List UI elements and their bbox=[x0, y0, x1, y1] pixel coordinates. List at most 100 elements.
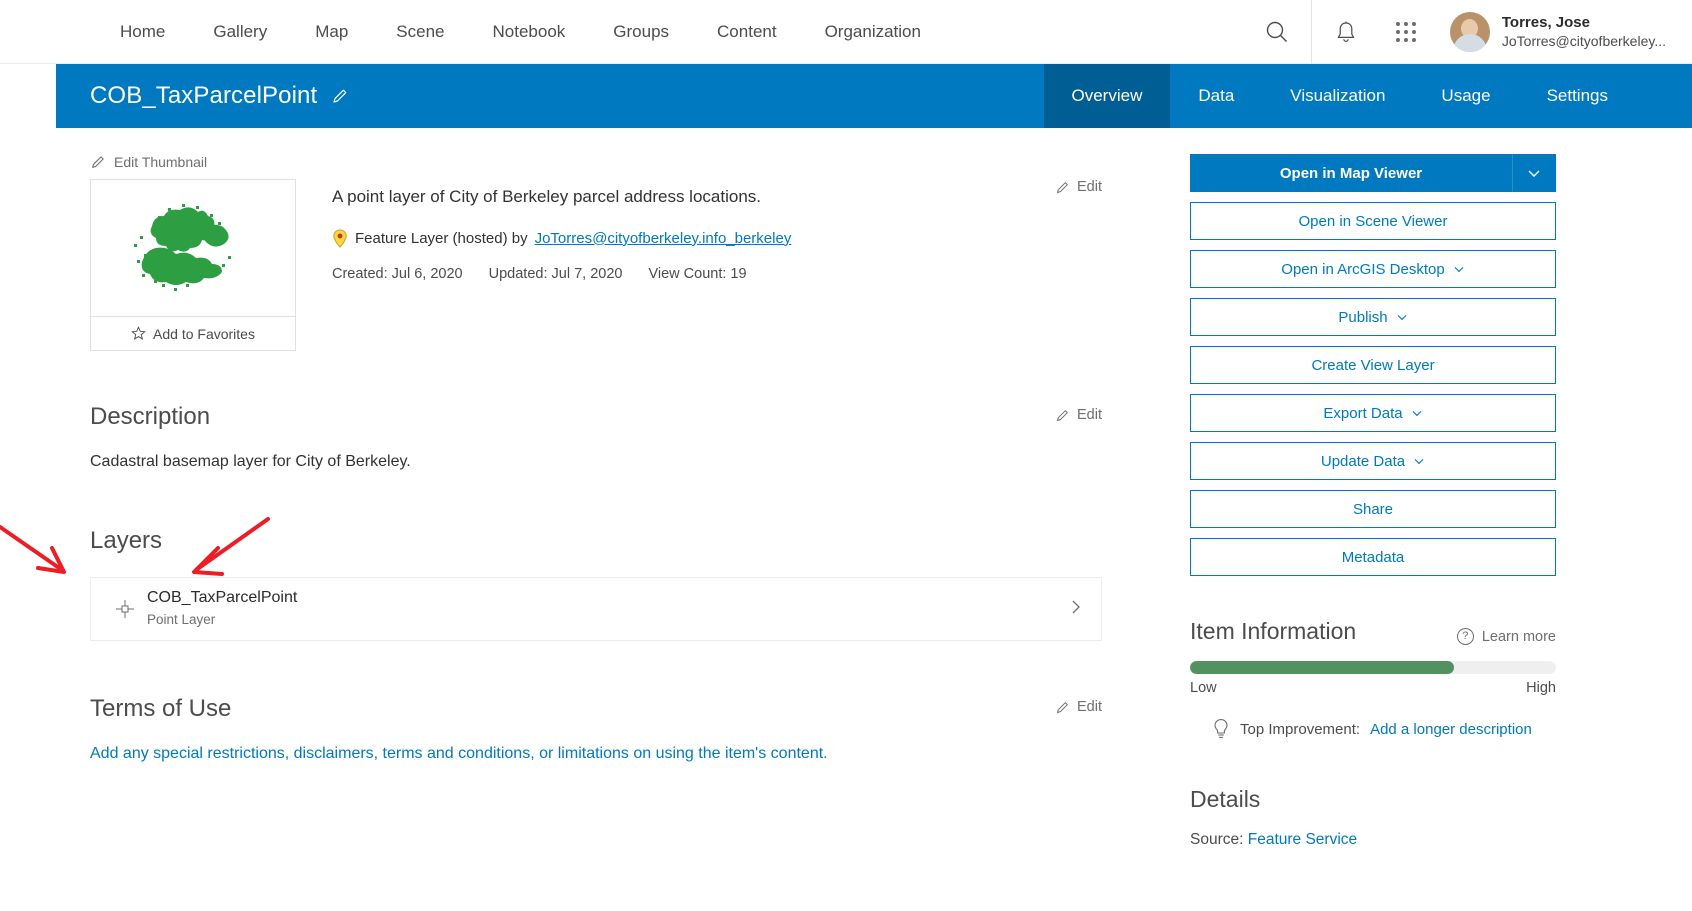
publish-button[interactable]: Publish bbox=[1190, 298, 1556, 336]
share-button[interactable]: Share bbox=[1190, 490, 1556, 528]
item-tabs: Overview Data Visualization Usage Settin… bbox=[1043, 64, 1637, 128]
item-summary: A point layer of City of Berkeley parcel… bbox=[332, 187, 761, 206]
update-data-button[interactable]: Update Data bbox=[1190, 442, 1556, 480]
open-in-map-viewer-button[interactable]: Open in Map Viewer bbox=[1190, 154, 1512, 192]
point-layer-icon bbox=[111, 598, 139, 620]
pencil-icon bbox=[92, 156, 104, 168]
open-in-arcgis-desktop-label: Open in ArcGIS Desktop bbox=[1281, 260, 1445, 278]
top-improvement-row: Top Improvement: Add a longer descriptio… bbox=[1190, 718, 1556, 740]
export-data-button[interactable]: Export Data bbox=[1190, 394, 1556, 432]
open-in-arcgis-desktop-button[interactable]: Open in ArcGIS Desktop bbox=[1190, 250, 1556, 288]
learn-more-label: Learn more bbox=[1481, 628, 1556, 645]
nav-divider bbox=[1310, 0, 1312, 64]
edit-description-label: Edit bbox=[1077, 407, 1102, 423]
nav-item-groups[interactable]: Groups bbox=[589, 0, 693, 64]
item-summary-row: Add to Favorites Edit A point layer of C… bbox=[90, 179, 1102, 351]
tab-usage[interactable]: Usage bbox=[1413, 64, 1518, 128]
map-pin-icon bbox=[333, 229, 347, 248]
overview-main-column: Edit Thumbnail Add to Favorites Edit A p… bbox=[56, 128, 1136, 849]
item-thumbnail[interactable] bbox=[90, 179, 296, 317]
nav-item-notebook[interactable]: Notebook bbox=[469, 0, 590, 64]
chevron-down-icon bbox=[1528, 170, 1540, 178]
app-launcher-button[interactable] bbox=[1376, 0, 1436, 64]
question-mark-icon: ? bbox=[1456, 628, 1474, 645]
edit-title-button[interactable] bbox=[331, 87, 349, 105]
layer-text-group: COB_TaxParcelPoint Point Layer bbox=[139, 588, 1069, 630]
layers-section: Layers COB_TaxParcelPoint Point Layer bbox=[90, 527, 1102, 641]
item-information-header: Item Information ? Learn more bbox=[1190, 618, 1556, 645]
nav-item-home[interactable]: Home bbox=[96, 0, 189, 64]
edit-summary-button[interactable]: Edit bbox=[1055, 179, 1102, 195]
view-count: View Count: 19 bbox=[648, 265, 747, 282]
user-email: JoTorres@cityofberkeley... bbox=[1501, 33, 1666, 50]
app-grid-icon bbox=[1395, 22, 1416, 42]
edit-terms-button[interactable]: Edit bbox=[1055, 699, 1102, 715]
item-actions-sidebar: Open in Map Viewer Open in Scene Viewer … bbox=[1136, 128, 1556, 849]
item-type-line: Feature Layer (hosted) by JoTorres@cityo… bbox=[332, 229, 1102, 248]
publish-label: Publish bbox=[1338, 308, 1388, 326]
tab-data[interactable]: Data bbox=[1170, 64, 1262, 128]
share-label: Share bbox=[1352, 500, 1394, 518]
chevron-down-icon bbox=[1414, 459, 1424, 465]
learn-more-button[interactable]: ? Learn more bbox=[1456, 628, 1556, 645]
description-section: Edit Description Cadastral basemap layer… bbox=[90, 403, 1102, 471]
pencil-icon bbox=[1057, 181, 1068, 193]
item-header-bar: COB_TaxParcelPoint Overview Data Visuali… bbox=[56, 64, 1692, 128]
page-title: COB_TaxParcelPoint bbox=[90, 82, 318, 109]
tab-visualization[interactable]: Visualization bbox=[1262, 64, 1413, 128]
top-improvement-link[interactable]: Add a longer description bbox=[1370, 721, 1532, 738]
user-account-menu[interactable]: Torres, Jose JoTorres@cityofberkeley... bbox=[1436, 12, 1692, 52]
nav-item-organization[interactable]: Organization bbox=[801, 0, 945, 64]
chevron-right-icon[interactable] bbox=[1069, 598, 1083, 621]
chevron-down-icon bbox=[1397, 315, 1406, 321]
layer-name: COB_TaxParcelPoint bbox=[147, 589, 298, 607]
pencil-icon bbox=[333, 89, 347, 103]
lightbulb-icon bbox=[1214, 719, 1228, 738]
edit-thumbnail-label: Edit Thumbnail bbox=[114, 154, 208, 170]
tab-settings[interactable]: Settings bbox=[1519, 64, 1636, 128]
chevron-down-icon bbox=[1454, 267, 1464, 273]
notifications-button[interactable] bbox=[1316, 0, 1376, 64]
add-to-favorites-button[interactable]: Add to Favorites bbox=[90, 317, 296, 351]
nav-item-content[interactable]: Content bbox=[693, 0, 801, 64]
create-view-layer-button[interactable]: Create View Layer bbox=[1190, 346, 1556, 384]
export-data-label: Export Data bbox=[1323, 404, 1403, 422]
layer-list-item[interactable]: COB_TaxParcelPoint Point Layer bbox=[90, 577, 1102, 641]
terms-of-use-heading: Terms of Use bbox=[90, 695, 232, 722]
nav-item-gallery[interactable]: Gallery bbox=[189, 0, 291, 64]
global-top-nav: Home Gallery Map Scene Notebook Groups C… bbox=[0, 0, 1692, 64]
open-in-map-viewer-dropdown-button[interactable] bbox=[1512, 154, 1556, 192]
item-title-group: COB_TaxParcelPoint bbox=[56, 64, 1044, 128]
parcel-points-thumbnail-icon bbox=[134, 204, 231, 291]
item-dates-line: Created: Jul 6, 2020 Updated: Jul 7, 202… bbox=[332, 266, 1102, 282]
description-body: Cadastral basemap layer for City of Berk… bbox=[90, 453, 411, 470]
tab-overview[interactable]: Overview bbox=[1043, 64, 1171, 128]
item-owner-link[interactable]: JoTorres@cityofberkeley.info_berkeley bbox=[535, 230, 792, 247]
metadata-button[interactable]: Metadata bbox=[1190, 538, 1556, 576]
source-value-link[interactable]: Feature Service bbox=[1248, 831, 1357, 848]
chevron-down-icon bbox=[1412, 411, 1422, 417]
description-heading: Description bbox=[90, 403, 211, 430]
item-information-meter-labels: Low High bbox=[1190, 680, 1556, 696]
details-source-row: Source: Feature Service bbox=[1190, 831, 1556, 849]
user-display-name: Torres, Jose bbox=[1501, 13, 1590, 31]
edit-description-button[interactable]: Edit bbox=[1055, 407, 1102, 423]
edit-terms-label: Edit bbox=[1077, 699, 1102, 715]
nav-item-scene[interactable]: Scene bbox=[372, 0, 468, 64]
edit-summary-label: Edit bbox=[1077, 179, 1102, 195]
search-icon bbox=[1266, 21, 1287, 42]
meter-low-label: Low bbox=[1190, 680, 1217, 696]
star-icon bbox=[131, 326, 146, 340]
created-date: Created: Jul 6, 2020 bbox=[332, 265, 463, 282]
edit-thumbnail-button[interactable]: Edit Thumbnail bbox=[90, 154, 1102, 170]
add-to-favorites-label: Add to Favorites bbox=[153, 325, 255, 342]
meter-high-label: High bbox=[1526, 680, 1556, 696]
nav-item-map[interactable]: Map bbox=[291, 0, 372, 64]
open-in-scene-viewer-button[interactable]: Open in Scene Viewer bbox=[1190, 202, 1556, 240]
terms-placeholder-link[interactable]: Add any special restrictions, disclaimer… bbox=[90, 745, 828, 762]
item-information-heading: Item Information bbox=[1190, 618, 1357, 644]
top-improvement-label: Top Improvement: bbox=[1240, 720, 1361, 738]
search-button[interactable] bbox=[1247, 0, 1307, 64]
update-data-label: Update Data bbox=[1320, 452, 1406, 470]
bell-icon bbox=[1337, 21, 1355, 42]
